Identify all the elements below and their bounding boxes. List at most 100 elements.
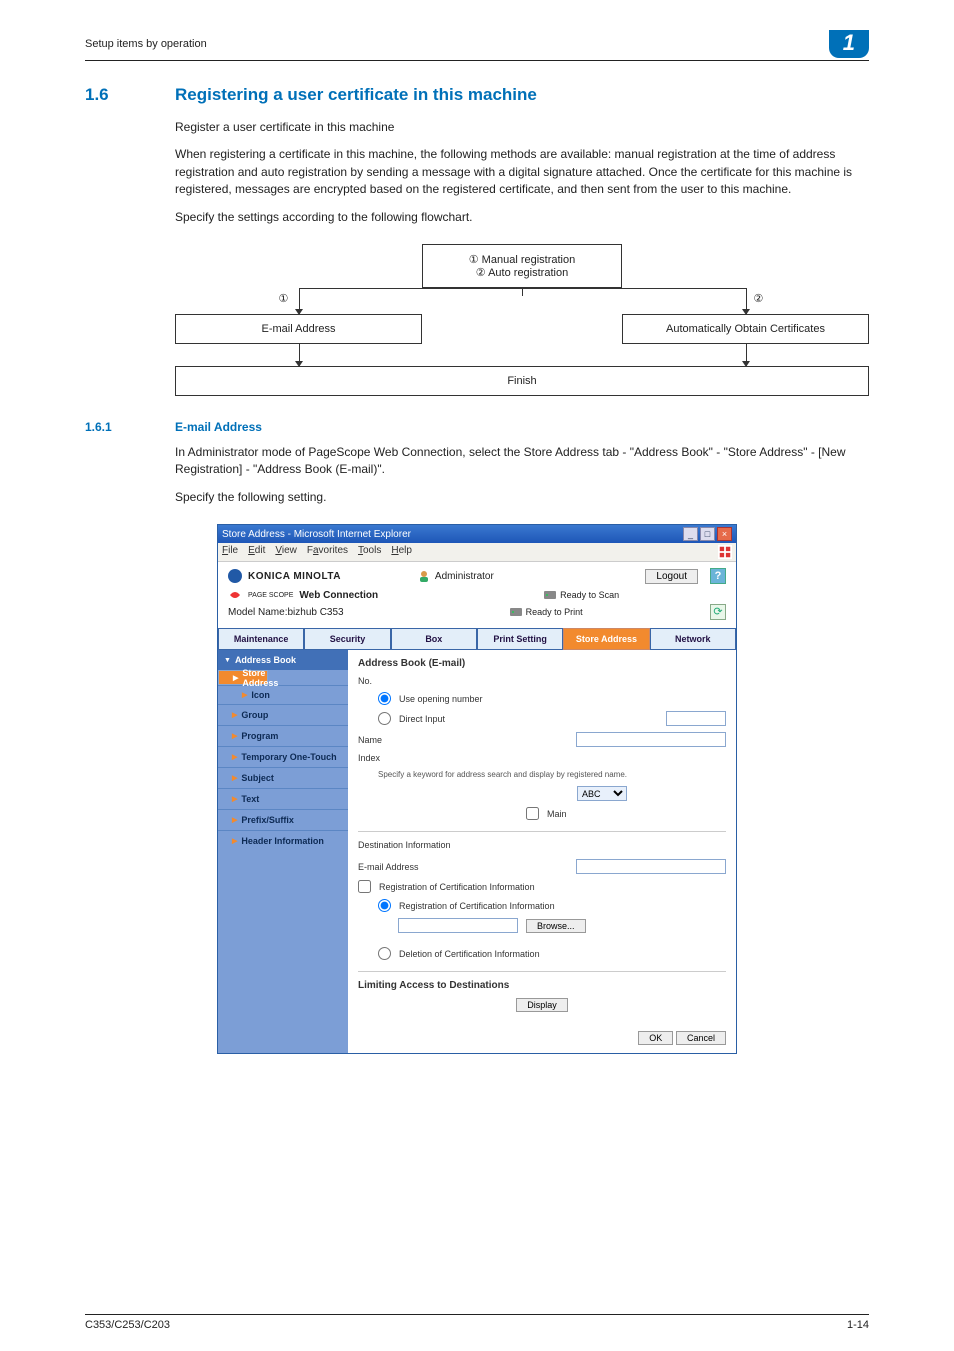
admin-label: Administrator xyxy=(435,571,494,582)
direct-input-field[interactable] xyxy=(666,711,726,726)
subsection-title: E-mail Address xyxy=(175,420,262,434)
name-input[interactable] xyxy=(576,732,726,747)
display-button[interactable]: Display xyxy=(516,998,568,1012)
limiting-heading: Limiting Access to Destinations xyxy=(358,980,726,991)
reload-button[interactable]: ⟳ xyxy=(710,604,726,620)
admin-indicator: Administrator xyxy=(417,569,494,583)
pagescope-logo-icon xyxy=(228,588,242,602)
minimize-button[interactable]: _ xyxy=(683,527,698,541)
browse-button[interactable]: Browse... xyxy=(526,919,586,933)
menu-file[interactable]: File xyxy=(222,545,238,559)
browser-window: Store Address - Microsoft Internet Explo… xyxy=(217,524,737,1054)
sidebar: ▼Address Book ▶Store Address ▶Icon ▶Grou… xyxy=(218,650,348,1053)
sidebar-item-group[interactable]: ▶ Group xyxy=(218,704,348,725)
help-button[interactable]: ? xyxy=(710,568,726,584)
triangle-right-icon: ▶ xyxy=(232,837,237,845)
subsection-heading: 1.6.1 E-mail Address xyxy=(85,420,869,434)
scanner-status-icon xyxy=(544,589,556,601)
ie-logo-icon xyxy=(718,545,732,559)
menu-tools[interactable]: Tools xyxy=(358,545,381,559)
window-title: Store Address - Microsoft Internet Explo… xyxy=(222,529,411,540)
sidebar-item-prefix-suffix[interactable]: ▶Prefix/Suffix xyxy=(218,809,348,830)
tab-network[interactable]: Network xyxy=(650,628,736,650)
no-label: No. xyxy=(358,676,448,686)
tab-box[interactable]: Box xyxy=(391,628,477,650)
sidebar-head-label: Address Book xyxy=(235,655,296,665)
intro-paragraph-3: Specify the settings according to the fo… xyxy=(175,209,869,226)
section-heading: 1.6 Registering a user certificate in th… xyxy=(85,85,869,105)
radio-direct-input[interactable] xyxy=(378,712,391,725)
radio-delete-cert[interactable] xyxy=(378,947,391,960)
triangle-down-icon: ▼ xyxy=(224,657,231,664)
email-label: E-mail Address xyxy=(358,862,448,872)
opt-direct-input: Direct Input xyxy=(399,714,445,724)
index-select[interactable]: ABC xyxy=(577,786,627,801)
model-name: Model Name:bizhub C353 xyxy=(228,607,344,618)
menu-edit[interactable]: Edit xyxy=(248,545,265,559)
maximize-button[interactable]: □ xyxy=(700,527,715,541)
pagescope-label: Web Connection xyxy=(299,590,378,601)
radio-register-cert[interactable] xyxy=(378,899,391,912)
section-number: 1.6 xyxy=(85,85,135,105)
sidebar-item-label: Text xyxy=(241,794,259,804)
sidebar-item-icon[interactable]: ▶Icon xyxy=(218,685,348,704)
sidebar-item-program[interactable]: ▶Program xyxy=(218,725,348,746)
section-title: Registering a user certificate in this m… xyxy=(175,85,537,105)
subsection-number: 1.6.1 xyxy=(85,420,135,434)
radio-use-opening-number[interactable] xyxy=(378,692,391,705)
tab-security[interactable]: Security xyxy=(304,628,390,650)
flow-mark-1: ① xyxy=(279,292,289,305)
sidebar-item-store-address[interactable]: ▶Store Address xyxy=(218,670,268,685)
sidebar-item-subject[interactable]: ▶Subject xyxy=(218,767,348,788)
sidebar-item-temporary-one-touch[interactable]: ▶Temporary One-Touch xyxy=(218,746,348,767)
flow-finish-box: Finish xyxy=(175,366,869,396)
triangle-right-icon: ▶ xyxy=(233,674,238,682)
flow-right-box: Automatically Obtain Certificates xyxy=(622,314,869,344)
tab-store-address[interactable]: Store Address xyxy=(563,628,649,650)
cert-file-input[interactable] xyxy=(398,918,518,933)
cancel-button[interactable]: Cancel xyxy=(676,1031,726,1045)
runhead-title: Setup items by operation xyxy=(85,38,207,50)
menu-favorites[interactable]: Favorites xyxy=(307,545,348,559)
browser-menubar: File Edit View Favorites Tools Help xyxy=(218,543,736,562)
triangle-right-icon: ▶ xyxy=(232,711,237,719)
sidebar-item-label: Group xyxy=(241,710,268,720)
konica-logo-icon xyxy=(228,569,242,583)
brand-name: KONICA MINOLTA xyxy=(248,571,341,582)
ok-button[interactable]: OK xyxy=(638,1031,673,1045)
email-input[interactable] xyxy=(576,859,726,874)
triangle-right-icon: ▶ xyxy=(232,816,237,824)
tab-print-setting[interactable]: Print Setting xyxy=(477,628,563,650)
sidebar-item-header-information[interactable]: ▶ Header Information xyxy=(218,830,348,851)
status-scan: Ready to Scan xyxy=(560,590,619,600)
sidebar-item-label: Store Address xyxy=(242,668,278,688)
flowchart: ① Manual registration ② Auto registratio… xyxy=(175,244,869,396)
sidebar-head-address-book[interactable]: ▼ Address Book xyxy=(218,650,348,670)
sidebar-item-label: Subject xyxy=(241,773,274,783)
running-header: Setup items by operation 1 xyxy=(85,30,869,61)
sidebar-item-label: Header Information xyxy=(241,836,324,846)
flow-top-box: ① Manual registration ② Auto registratio… xyxy=(422,244,622,288)
form-heading: Address Book (E-mail) xyxy=(358,658,726,669)
form-panel: Address Book (E-mail) No. Use opening nu… xyxy=(348,650,736,1053)
sidebar-item-text[interactable]: ▶Text xyxy=(218,788,348,809)
close-button[interactable]: × xyxy=(717,527,732,541)
flow-mark-2: ② xyxy=(754,292,764,305)
tab-maintenance[interactable]: Maintenance xyxy=(218,628,304,650)
sidebar-item-label: Temporary One-Touch xyxy=(241,752,336,762)
logout-button[interactable]: Logout xyxy=(645,569,698,584)
printer-status-icon xyxy=(510,606,522,618)
intro-paragraph-2: When registering a certificate in this m… xyxy=(175,146,869,198)
menu-view[interactable]: View xyxy=(275,545,297,559)
tab-bar: Maintenance Security Box Print Setting S… xyxy=(218,628,736,650)
status-print: Ready to Print xyxy=(526,607,583,617)
intro-paragraph-1: Register a user certificate in this mach… xyxy=(175,119,869,136)
reg-cert-checkbox-label: Registration of Certification Informatio… xyxy=(379,882,535,892)
menu-help[interactable]: Help xyxy=(391,545,412,559)
triangle-right-icon: ▶ xyxy=(242,691,247,699)
footer-page: 1-14 xyxy=(847,1319,869,1331)
sidebar-item-label: Program xyxy=(241,731,278,741)
main-checkbox[interactable] xyxy=(526,807,539,820)
reg-cert-checkbox[interactable] xyxy=(358,880,371,893)
subsection-para-2: Specify the following setting. xyxy=(175,489,869,506)
